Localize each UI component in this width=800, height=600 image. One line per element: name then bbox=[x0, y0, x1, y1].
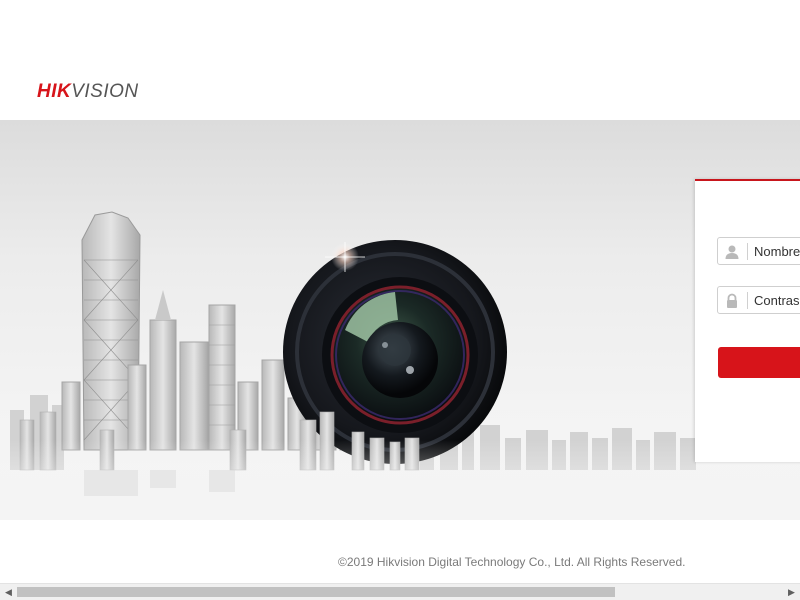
username-field[interactable] bbox=[717, 237, 800, 265]
hikvision-logo: HIKVISION bbox=[37, 80, 139, 104]
user-icon bbox=[725, 245, 739, 259]
logo-text-hik: HIK bbox=[37, 81, 72, 102]
footer: ©2019 Hikvision Digital Technology Co., … bbox=[0, 520, 800, 583]
lock-icon bbox=[727, 293, 737, 308]
horizontal-scrollbar[interactable]: ◀ ▶ bbox=[0, 583, 800, 600]
login-button[interactable] bbox=[718, 347, 800, 378]
password-input[interactable] bbox=[754, 290, 800, 310]
hero-banner bbox=[0, 120, 800, 520]
password-field[interactable] bbox=[717, 286, 800, 314]
arrow-right-icon[interactable]: ▶ bbox=[783, 584, 800, 600]
copyright-text: ©2019 Hikvision Digital Technology Co., … bbox=[338, 555, 686, 569]
scrollbar-thumb[interactable] bbox=[17, 587, 615, 597]
username-input[interactable] bbox=[754, 241, 800, 261]
username-separator bbox=[747, 243, 748, 260]
login-page: HIKVISION Nombre de usuario ©2019 Hikvis… bbox=[0, 0, 800, 600]
login-panel bbox=[695, 179, 800, 462]
arrow-left-icon[interactable]: ◀ bbox=[0, 584, 17, 600]
header: HIKVISION bbox=[0, 0, 800, 120]
city-camera-illustration bbox=[0, 211, 800, 520]
password-separator bbox=[747, 292, 748, 309]
logo-text-vision: VISION bbox=[71, 81, 139, 102]
